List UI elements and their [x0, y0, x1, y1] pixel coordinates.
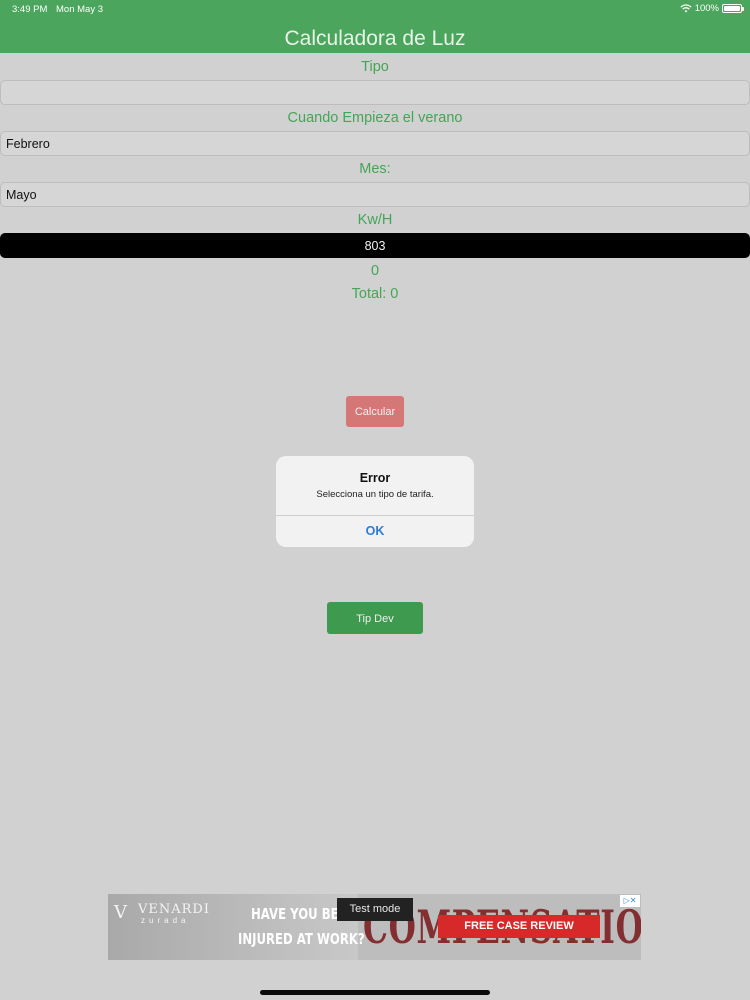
home-indicator[interactable]: [260, 990, 490, 995]
ad-headline-1: HAVE YOU BE: [251, 905, 339, 923]
status-time: 3:49 PM: [12, 4, 48, 15]
test-mode-label: Test mode: [337, 898, 413, 921]
tip-dev-button[interactable]: Tip Dev: [327, 602, 423, 634]
adchoices-icon[interactable]: ▷✕: [620, 895, 640, 907]
alert-message: Selecciona un tipo de tarifa.: [316, 489, 434, 500]
tipo-label: Tipo: [361, 59, 389, 75]
battery-icon: [722, 4, 744, 13]
page-title: Calculadora de Luz: [284, 27, 466, 50]
wifi-icon: [680, 4, 692, 13]
mes-field[interactable]: Mayo: [0, 182, 750, 207]
nav-bar: Calculadora de Luz: [0, 18, 750, 53]
ad-brand-top: VENARDI: [138, 902, 210, 917]
ad-headline-2: INJURED AT WORK?: [238, 930, 365, 948]
venardi-logo-icon: V: [114, 902, 127, 923]
total-label: Total: 0: [351, 286, 399, 302]
error-alert: Error Selecciona un tipo de tarifa. OK: [276, 456, 474, 547]
ad-brand-bottom: zurada: [141, 916, 190, 925]
calcular-button[interactable]: Calcular: [346, 396, 404, 427]
status-right: 100%: [680, 3, 744, 14]
ad-cta-button[interactable]: FREE CASE REVIEW: [438, 915, 600, 938]
battery-percent: 100%: [694, 3, 719, 14]
alert-divider: [276, 515, 474, 516]
kwh-input[interactable]: 803: [0, 233, 750, 258]
alert-ok-button[interactable]: OK: [276, 524, 474, 538]
verano-field[interactable]: Febrero: [0, 131, 750, 156]
tipo-field[interactable]: [0, 80, 750, 105]
result-value: 0: [370, 263, 380, 279]
mes-label: Mes:: [359, 161, 391, 177]
alert-title: Error: [359, 471, 391, 485]
verano-label: Cuando Empieza el verano: [287, 110, 463, 126]
status-date: Mon May 3: [56, 4, 103, 15]
kwh-label: Kw/H: [357, 212, 393, 228]
status-bar: 3:49 PM Mon May 3 100%: [0, 0, 750, 18]
